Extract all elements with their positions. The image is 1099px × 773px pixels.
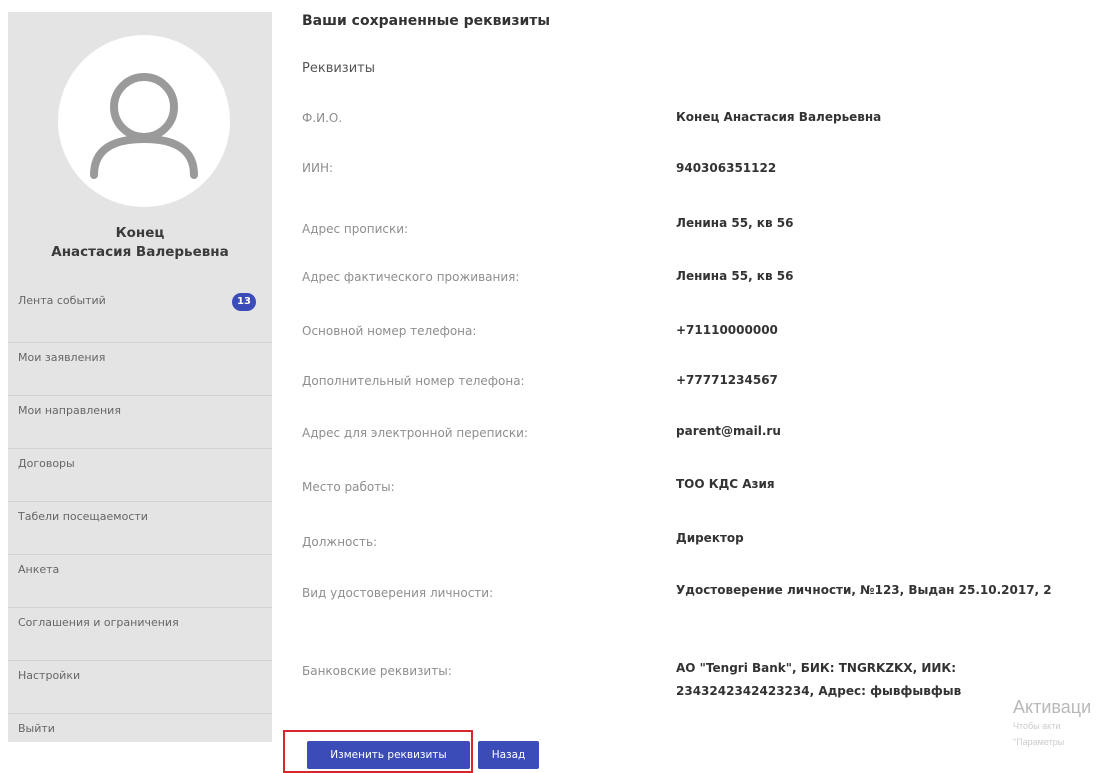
label-email: Адрес для электронной переписки: bbox=[302, 426, 528, 440]
label-workplace: Место работы: bbox=[302, 480, 395, 494]
sidebar: Конец Анастасия Валерьевна Лента событий… bbox=[8, 12, 272, 742]
sidebar-item-questionnaire[interactable]: Анкета bbox=[8, 554, 272, 607]
sidebar-item-applications[interactable]: Мои заявления bbox=[8, 342, 272, 395]
value-workplace: ТОО КДС Азия bbox=[676, 477, 775, 491]
value-main-phone: +71110000000 bbox=[676, 323, 778, 337]
user-name: Конец Анастасия Валерьевна bbox=[8, 224, 272, 262]
value-registration-address: Ленина 55, кв 56 bbox=[676, 216, 794, 230]
sidebar-item-directions[interactable]: Мои направления bbox=[8, 395, 272, 448]
value-fio: Конец Анастасия Валерьевна bbox=[676, 110, 882, 124]
page-title: Ваши сохраненные реквизиты bbox=[302, 13, 551, 29]
value-iin: 940306351122 bbox=[676, 161, 777, 175]
label-position: Должность: bbox=[302, 535, 378, 549]
sidebar-item-label: Соглашения и ограничения bbox=[18, 616, 179, 629]
sidebar-item-label: Лента событий bbox=[18, 294, 106, 307]
sidebar-item-label: Выйти bbox=[18, 722, 55, 735]
sidebar-item-label: Анкета bbox=[18, 563, 60, 576]
avatar bbox=[58, 35, 230, 207]
label-iin: ИИН: bbox=[302, 161, 334, 175]
section-title: Реквизиты bbox=[302, 61, 375, 76]
activation-watermark: Активаци Чтобы акти "Параметры bbox=[1013, 697, 1099, 750]
value-email: parent@mail.ru bbox=[676, 424, 781, 438]
sidebar-item-attendance[interactable]: Табели посещаемости bbox=[8, 501, 272, 554]
sidebar-item-label: Табели посещаемости bbox=[18, 510, 148, 523]
sidebar-item-agreements[interactable]: Соглашения и ограничения bbox=[8, 607, 272, 660]
watermark-title: Активаци bbox=[1013, 697, 1092, 717]
sidebar-item-label: Настройки bbox=[18, 669, 81, 682]
sidebar-item-label: Мои направления bbox=[18, 404, 121, 417]
value-extra-phone: +77771234567 bbox=[676, 373, 778, 387]
user-last-name: Анастасия Валерьевна bbox=[51, 244, 229, 260]
label-registration-address: Адрес прописки: bbox=[302, 222, 409, 236]
user-first-name: Конец bbox=[115, 225, 165, 241]
label-main-phone: Основной номер телефона: bbox=[302, 324, 477, 338]
sidebar-item-logout[interactable]: Выйти bbox=[8, 713, 272, 766]
sidebar-menu: Лента событий 13 Мои заявления Мои напра… bbox=[8, 283, 272, 766]
label-id-document: Вид удостоверения личности: bbox=[302, 586, 494, 600]
value-id-document: Удостоверение личности, №123, Выдан 25.1… bbox=[676, 583, 1052, 597]
label-actual-address: Адрес фактического проживания: bbox=[302, 270, 520, 284]
back-button[interactable]: Назад bbox=[478, 741, 539, 769]
watermark-line-1: Чтобы акти bbox=[1013, 721, 1061, 731]
label-fio: Ф.И.О. bbox=[302, 111, 343, 125]
label-extra-phone: Дополнительный номер телефона: bbox=[302, 374, 525, 388]
sidebar-item-label: Мои заявления bbox=[18, 351, 106, 364]
events-count-badge: 13 bbox=[232, 293, 256, 311]
label-bank-details: Банковские реквизиты: bbox=[302, 664, 452, 678]
watermark-line-2: "Параметры bbox=[1013, 737, 1065, 747]
value-actual-address: Ленина 55, кв 56 bbox=[676, 269, 794, 283]
value-position: Директор bbox=[676, 531, 744, 545]
sidebar-item-contracts[interactable]: Договоры bbox=[8, 448, 272, 501]
sidebar-item-events[interactable]: Лента событий 13 bbox=[8, 283, 272, 342]
user-icon bbox=[90, 73, 198, 179]
sidebar-item-settings[interactable]: Настройки bbox=[8, 660, 272, 713]
sidebar-item-label: Договоры bbox=[18, 457, 75, 470]
edit-details-button[interactable]: Изменить реквизиты bbox=[307, 741, 470, 769]
